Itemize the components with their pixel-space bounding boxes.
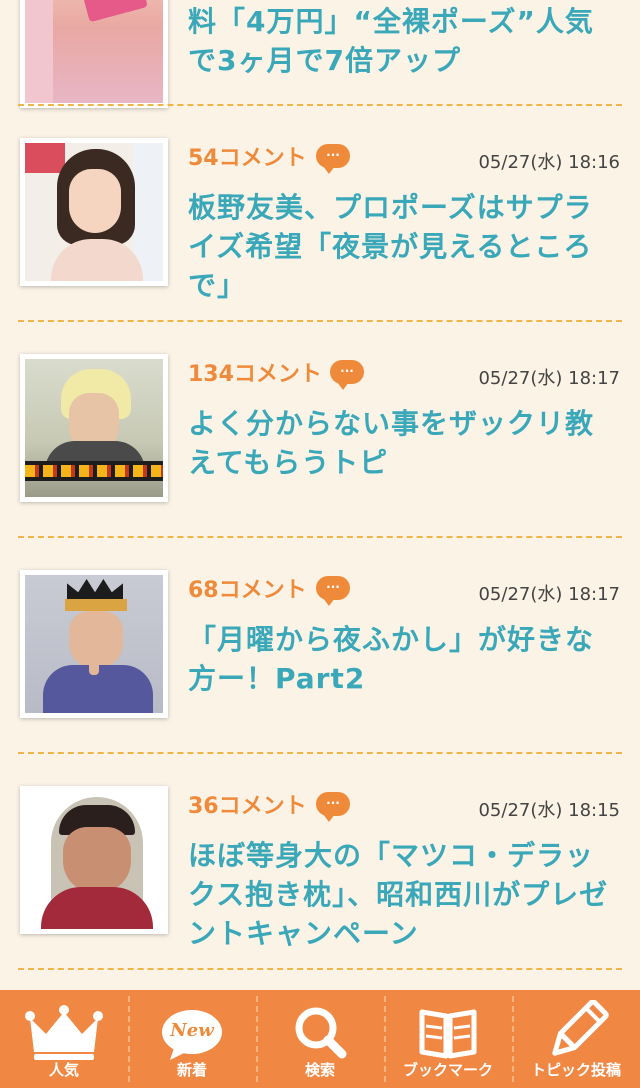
topic-thumbnail[interactable] — [20, 0, 168, 108]
topic-title[interactable]: 料「4万円」“全裸ポーズ”人気 で3ヶ月で7倍アップ — [188, 2, 618, 80]
separator — [18, 536, 622, 538]
topic-meta: 68コメント ··· 05/27(水) 18:17 — [188, 574, 620, 608]
topic-title-line: 料「4万円」“全裸ポーズ”人気 — [188, 5, 594, 38]
tab-label: 人気 — [48, 1061, 79, 1079]
topic-title[interactable]: 板野友美、プロポーズはサプライズ希望「夜景が見えるところで」 — [188, 188, 618, 305]
book-icon — [384, 1000, 512, 1064]
new-badge-icon: New — [128, 1000, 256, 1064]
tab-label: 新着 — [176, 1061, 207, 1079]
topic-thumbnail[interactable] — [20, 786, 168, 934]
post-date: 05/27(水) 18:15 — [478, 800, 620, 821]
topic-title[interactable]: ほぼ等身大の「マツコ・デラックス抱き枕」、昭和西川がプレゼントキャンペーン — [188, 836, 618, 953]
topic-item[interactable]: 134コメント ··· 05/27(水) 18:17 よく分からない事をザックリ… — [0, 354, 640, 534]
topic-thumbnail[interactable] — [20, 570, 168, 718]
topic-item[interactable]: 54コメント ··· 05/27(水) 18:16 板野友美、プロポーズはサプラ… — [0, 138, 640, 318]
separator — [18, 968, 622, 970]
tab-bookmark[interactable]: ブックマーク — [384, 990, 512, 1088]
crown-icon — [0, 1000, 128, 1064]
tab-post-topic[interactable]: トピック投稿 — [512, 990, 640, 1088]
bottom-tab-bar: 人気 New 新着 検索 ブックマーク トピック投稿 — [0, 990, 640, 1088]
topic-title[interactable]: 「月曜から夜ふかし」が好きな方ー！Part2 — [188, 620, 618, 698]
comment-count[interactable]: 36コメント — [188, 790, 307, 824]
topic-meta: 36コメント ··· 05/27(水) 18:15 — [188, 790, 620, 824]
tab-label: トピック投稿 — [530, 1061, 621, 1079]
post-date: 05/27(水) 18:17 — [478, 584, 620, 605]
topic-meta: 134コメント ··· 05/27(水) 18:17 — [188, 358, 620, 392]
topic-feed: 料「4万円」“全裸ポーズ”人気 で3ヶ月で7倍アップ 54コメント ··· 05… — [0, 0, 640, 990]
comment-bubble-icon: ··· — [316, 144, 350, 174]
search-icon — [256, 1000, 384, 1064]
new-badge-text: New — [170, 1020, 214, 1041]
topic-thumbnail[interactable] — [20, 354, 168, 502]
separator — [18, 752, 622, 754]
tab-label: 検索 — [304, 1061, 335, 1079]
topic-item[interactable]: 36コメント ··· 05/27(水) 18:15 ほぼ等身大の「マツコ・デラッ… — [0, 786, 640, 966]
comment-count[interactable]: 54コメント — [188, 142, 307, 176]
tab-search[interactable]: 検索 — [256, 990, 384, 1088]
comment-bubble-icon: ··· — [330, 360, 364, 390]
post-date: 05/27(水) 18:16 — [478, 152, 620, 173]
separator — [18, 104, 622, 106]
separator — [18, 320, 622, 322]
post-date: 05/27(水) 18:17 — [478, 368, 620, 389]
comment-bubble-icon: ··· — [316, 792, 350, 822]
topic-item[interactable]: 68コメント ··· 05/27(水) 18:17 「月曜から夜ふかし」が好きな… — [0, 570, 640, 750]
topic-thumbnail[interactable] — [20, 138, 168, 286]
comment-bubble-icon: ··· — [316, 576, 350, 606]
comment-count[interactable]: 134コメント — [188, 358, 322, 392]
tab-popular[interactable]: 人気 — [0, 990, 128, 1088]
topic-title[interactable]: よく分からない事をザックリ教えてもらうトピ — [188, 404, 618, 482]
tab-new[interactable]: New 新着 — [128, 990, 256, 1088]
pencil-icon — [512, 999, 640, 1064]
comment-count[interactable]: 68コメント — [188, 574, 307, 608]
topic-title-line: で3ヶ月で7倍アップ — [188, 44, 461, 77]
topic-item-partial[interactable]: 料「4万円」“全裸ポーズ”人気 で3ヶ月で7倍アップ — [0, 0, 640, 108]
topic-meta: 54コメント ··· 05/27(水) 18:16 — [188, 142, 620, 176]
tab-label: ブックマーク — [402, 1061, 493, 1079]
